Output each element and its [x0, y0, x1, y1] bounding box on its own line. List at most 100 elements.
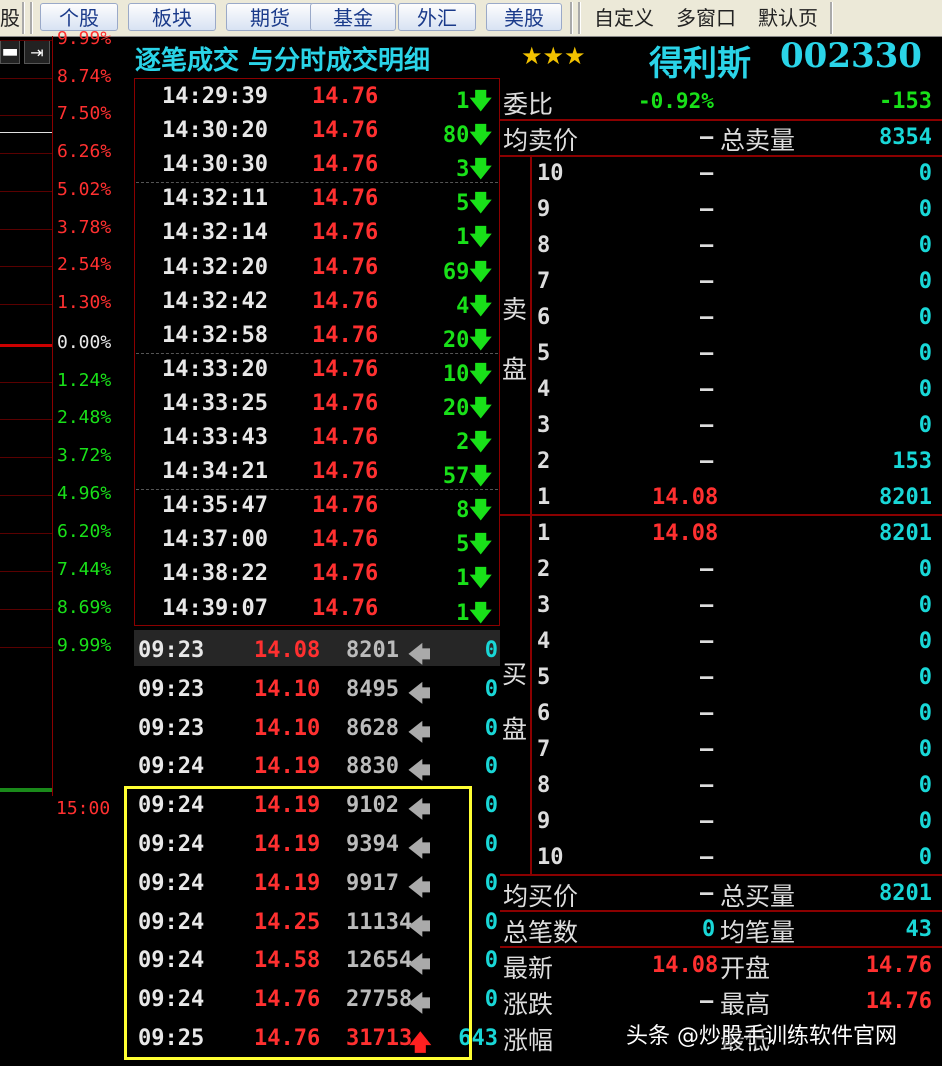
tick-row[interactable]: 14:33:43 14.76 2🡇 — [136, 421, 498, 455]
bid-level: 10 — [537, 845, 564, 870]
auction-value: 0 — [484, 870, 498, 896]
auction-row[interactable]: 09:23 14.10 8495 🡄 0 — [136, 670, 500, 708]
buy-side-label: 盘 — [502, 715, 528, 744]
tab-futures[interactable]: 期货 — [226, 3, 314, 31]
tick-time: 14:30:30 — [162, 152, 268, 178]
tick-volume-value: 69 — [442, 259, 470, 285]
bid-volume: 0 — [918, 665, 932, 690]
avg-ask-value: – — [700, 125, 714, 150]
tick-time: 14:38:22 — [162, 561, 268, 587]
tick-time: 14:30:20 — [162, 118, 268, 144]
tick-volume-value: 1 — [456, 566, 470, 592]
tick-row[interactable]: 14:33:20 14.76 10🡇 — [136, 353, 498, 387]
tick-row[interactable]: 14:35:47 14.76 8🡇 — [136, 489, 498, 523]
divider — [530, 516, 532, 874]
tab-forex[interactable]: 外汇 — [398, 3, 476, 31]
percent-scale-label: 8.69% — [57, 597, 112, 618]
tick-row[interactable]: 14:33:25 14.76 20🡇 — [136, 387, 498, 421]
tick-price: 14.76 — [312, 288, 379, 314]
bid-level: 1 — [537, 521, 551, 546]
down-arrow-icon: 🡇 — [469, 293, 492, 319]
ask-volume: 0 — [918, 413, 932, 438]
toolbar-partial-tab[interactable]: 股 — [0, 3, 20, 33]
auction-value: 0 — [484, 754, 498, 780]
bid-price: 14.08 — [652, 521, 719, 546]
total-ask-label: 总卖量 — [720, 126, 796, 155]
auction-time: 09:23 — [138, 715, 205, 741]
tick-row[interactable]: 14:39:07 14.76 1🡇 — [136, 592, 498, 626]
tick-row[interactable]: 14:34:21 14.76 57🡇 — [136, 455, 498, 489]
tick-row[interactable]: 14:30:20 14.76 80🡇 — [136, 114, 498, 148]
down-arrow-icon: 🡇 — [469, 361, 492, 387]
percent-scale-label: 6.20% — [57, 521, 112, 542]
down-arrow-icon: 🡇 — [469, 430, 492, 455]
down-arrow-icon: 🡇 — [469, 566, 492, 592]
tick-row[interactable]: 14:32:58 14.76 20🡇 — [136, 319, 498, 353]
tick-row[interactable]: 14:32:20 14.76 69🡇 — [136, 251, 498, 285]
ask-price: – — [700, 161, 714, 186]
tick-row[interactable]: 14:29:39 14.76 1🡇 — [136, 80, 498, 114]
tab-sector[interactable]: 板块 — [128, 3, 216, 31]
top-toolbar: 股 个股 板块 期货 基金 外汇 美股 自定义 多窗口 默认页 — [0, 0, 942, 37]
tab-default-page[interactable]: 默认页 — [750, 3, 826, 33]
auction-row[interactable]: 09:23 14.10 8628 🡄 0 — [136, 709, 500, 747]
tick-row[interactable]: 14:30:30 14.76 3🡇 — [136, 148, 498, 182]
down-arrow-icon: 🡇 — [469, 464, 492, 490]
auction-row[interactable]: 09:23 14.08 8201 🡄 0 — [136, 631, 500, 669]
ask-level: 9 — [537, 197, 551, 222]
auction-row[interactable]: 09:24 14.19 8830 🡄 0 — [136, 747, 500, 785]
tick-row[interactable]: 14:32:42 14.76 4🡇 — [136, 285, 498, 319]
bid-price: – — [700, 737, 714, 762]
auction-price: 14.19 — [254, 754, 321, 780]
tick-volume-value: 80 — [442, 123, 470, 149]
tab-multi-window[interactable]: 多窗口 — [668, 3, 744, 33]
tab-stock[interactable]: 个股 — [40, 3, 118, 31]
tick-volume-value: 1 — [456, 600, 470, 626]
tick-volume-value: 20 — [442, 327, 470, 353]
tick-row[interactable]: 14:37:00 14.76 5🡇 — [136, 523, 498, 557]
tab-funds[interactable]: 基金 — [310, 3, 396, 31]
bid-price: – — [700, 845, 714, 870]
volume-bar — [0, 788, 52, 792]
minus-icon[interactable]: ▬ — [0, 40, 20, 64]
grid-line — [0, 304, 52, 305]
grid-line — [0, 647, 52, 648]
tick-price: 14.76 — [312, 152, 379, 178]
tick-row[interactable]: 14:32:11 14.76 5🡇 — [136, 182, 498, 216]
avg-trade-value: 43 — [905, 917, 933, 942]
bid-level: 6 — [537, 701, 551, 726]
auction-quantity: 8495 — [346, 676, 399, 702]
auction-value: 0 — [484, 793, 498, 819]
bid-price: – — [700, 557, 714, 582]
tick-row[interactable]: 14:38:22 14.76 1🡇 — [136, 557, 498, 591]
tick-row[interactable]: 14:32:14 14.76 1🡇 — [136, 216, 498, 250]
ask-price: – — [700, 305, 714, 330]
highlight-box — [124, 786, 472, 1060]
grid-line — [0, 495, 52, 496]
open-value: 14.76 — [865, 953, 932, 978]
grid-line — [0, 191, 52, 192]
auction-price: 14.08 — [254, 638, 321, 663]
buy-side-label: 买 — [502, 660, 528, 689]
skip-end-icon[interactable]: ⇥ — [24, 40, 50, 64]
total-bid-label: 总买量 — [720, 882, 796, 911]
bid-volume: 0 — [918, 701, 932, 726]
grid-line — [0, 78, 52, 79]
grid-line — [0, 266, 52, 267]
toolbar-separator — [30, 2, 33, 34]
ask-volume: 8201 — [879, 485, 932, 510]
tick-volume-value: 57 — [442, 464, 470, 490]
auction-quantity: 8830 — [346, 754, 399, 780]
down-arrow-icon: 🡇 — [469, 157, 492, 183]
percent-scale-label: 7.44% — [57, 559, 112, 580]
tick-volume-value: 20 — [442, 395, 470, 421]
tab-us-stocks[interactable]: 美股 — [486, 3, 562, 31]
percent-scale-label: 4.96% — [57, 483, 112, 504]
ask-volume: 0 — [918, 305, 932, 330]
high-value: 14.76 — [865, 989, 932, 1014]
tick-volume-value: 5 — [456, 532, 470, 558]
tab-custom[interactable]: 自定义 — [586, 3, 662, 33]
latest-value: 14.08 — [652, 953, 719, 978]
auction-time: 09:23 — [138, 676, 205, 702]
bid-volume: 0 — [918, 737, 932, 762]
